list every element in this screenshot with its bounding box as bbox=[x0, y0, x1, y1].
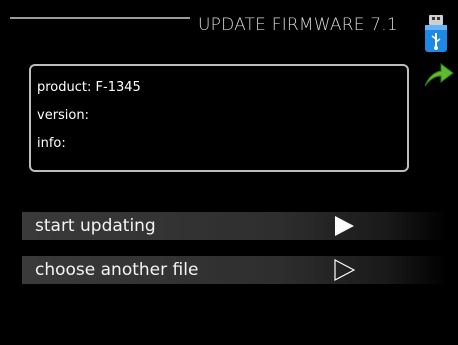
choose-another-file-button[interactable]: choose another file bbox=[22, 256, 448, 284]
start-updating-button[interactable]: start updating bbox=[22, 212, 448, 240]
header-divider bbox=[10, 17, 190, 19]
info-label: info: bbox=[37, 136, 66, 151]
version-label: version: bbox=[37, 108, 89, 123]
product-row: product: F-1345 bbox=[37, 74, 401, 102]
version-row: version: bbox=[37, 102, 401, 130]
product-label: product: bbox=[37, 80, 92, 95]
info-row: info: bbox=[37, 130, 401, 158]
product-value: F-1345 bbox=[95, 80, 141, 95]
start-updating-label: start updating bbox=[35, 216, 156, 236]
back-arrow-icon[interactable] bbox=[421, 60, 455, 90]
page-title: UPDATE FIRMWARE 7.1 bbox=[198, 15, 398, 35]
play-outline-icon bbox=[334, 259, 355, 281]
file-info-panel: product: F-1345 version: info: bbox=[29, 64, 409, 172]
play-filled-icon bbox=[335, 216, 354, 236]
choose-another-file-label: choose another file bbox=[35, 260, 199, 280]
usb-drive-icon bbox=[425, 15, 447, 52]
